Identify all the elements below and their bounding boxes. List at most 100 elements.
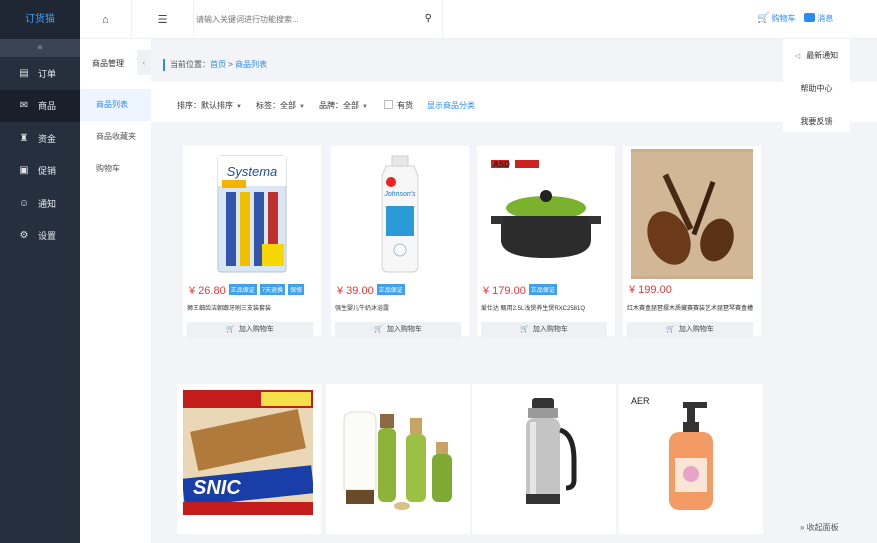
- sidebar-item-label: 通知: [38, 198, 57, 209]
- product-title[interactable]: 强生婴儿牛奶沐浴露: [335, 303, 465, 312]
- product-card[interactable]: SNIC: [177, 384, 321, 534]
- tag-label: 标签：全部: [256, 101, 296, 110]
- add-to-cart-button[interactable]: 🛒 加入购物车: [335, 322, 461, 338]
- sidebar-item-orders[interactable]: ▤ 订单: [0, 57, 80, 90]
- baby-wash-bottle-image: Johnson's: [339, 149, 461, 279]
- product-tag: 正品保证: [528, 284, 557, 295]
- collapse-panel-button[interactable]: » 收起面板: [800, 522, 839, 533]
- subnav-item-cart[interactable]: 购物车: [80, 153, 151, 185]
- sidebar-item-goods[interactable]: ✉ 商品: [0, 89, 80, 122]
- sidebar-item-funds[interactable]: ♜ 资金: [0, 122, 80, 155]
- caret-down-icon: ▼: [362, 104, 368, 110]
- brand-label: 品牌：全部: [319, 101, 359, 110]
- show-category-link[interactable]: 显示商品分类: [427, 100, 475, 111]
- tag-select[interactable]: 标签：全部 ▼: [256, 100, 305, 111]
- sidebar-item-settings[interactable]: ⚙ 设置: [0, 220, 80, 253]
- menu-icon: ☰: [157, 14, 168, 26]
- product-card[interactable]: [472, 384, 616, 534]
- product-tag: 7天退换: [259, 284, 286, 295]
- sidebar-item-label: 资金: [38, 133, 57, 144]
- chocolate-bar-image: SNIC: [183, 390, 313, 515]
- add-to-cart-label: 加入购物车: [386, 326, 422, 333]
- breadcrumb-current: 商品列表: [235, 60, 268, 69]
- add-to-cart-label: 加入购物车: [238, 326, 274, 333]
- search-box: ⚲: [194, 0, 443, 39]
- latest-notice-item[interactable]: ◁ 最新通知: [783, 39, 850, 72]
- cart-icon: 🛒: [757, 13, 770, 24]
- order-icon: ▤: [19, 67, 29, 79]
- notification-dropdown: ◁ 最新通知 帮助中心 我要反馈: [783, 39, 850, 132]
- price-value: ¥ 179.00: [483, 285, 526, 297]
- pipa-ornament-image: [631, 149, 753, 279]
- toothbrush-image: Systema: [191, 149, 313, 279]
- product-title[interactable]: 爱仕达 甄用2.5L浅煲养生煲RXC2581Q: [481, 303, 611, 312]
- product-card[interactable]: Johnson's ¥ 39.00 正品保证 强生婴儿牛奶沐浴露 🛒 加入购物车: [331, 146, 469, 338]
- feedback-item[interactable]: 我要反馈: [783, 105, 850, 138]
- product-card[interactable]: [326, 384, 470, 534]
- sidebar-item-promotions[interactable]: ▣ 促销: [0, 155, 80, 188]
- search-icon[interactable]: ⚲: [425, 13, 432, 24]
- product-tag: 保修: [288, 284, 305, 295]
- in-stock-label: 有货: [397, 101, 413, 110]
- price-value: ¥ 26.80: [189, 285, 226, 297]
- product-price: ¥ 179.00 正品保证: [483, 284, 557, 297]
- product-price: ¥ 39.00 正品保证: [337, 284, 405, 297]
- sort-select[interactable]: 排序：默认排序 ▼: [177, 100, 242, 111]
- in-stock-checkbox[interactable]: 有货: [384, 100, 413, 111]
- product-title[interactable]: 狮王细齿洁朝跟牙刷三支装套装: [187, 303, 317, 312]
- subnav-toggle-button[interactable]: ‹: [137, 50, 151, 75]
- cart-link[interactable]: 🛒 购物车: [757, 13, 796, 24]
- caret-down-icon: ▼: [299, 104, 305, 110]
- sidebar-item-label: 促销: [38, 166, 57, 177]
- product-card[interactable]: ¥ 199.00 红木赛盒琵琶摆木质藏赛赛装艺术琵琶琴赛盒槽 🛒 加入购物车: [623, 146, 761, 338]
- soap-dispenser-image: AER: [625, 390, 755, 515]
- cart-icon: 🛒: [666, 326, 675, 333]
- goods-icon: ✉: [19, 100, 29, 112]
- search-input[interactable]: [194, 0, 414, 39]
- menu-button[interactable]: ☰: [132, 0, 194, 39]
- subnav-item-favorites[interactable]: 商品收藏夹: [80, 121, 151, 153]
- brand-text: AER: [631, 396, 650, 406]
- message-link[interactable]: 消息: [804, 13, 833, 24]
- add-to-cart-button[interactable]: 🛒 加入购物车: [187, 322, 313, 338]
- breadcrumb: 当前位置：首页 > 商品列表: [163, 59, 267, 71]
- ceramic-pot-image: ASD: [485, 149, 607, 279]
- top-bar: ⌂ ☰ ⚲ 🛒 购物车 消息: [80, 0, 877, 39]
- sidebar-item-label: 订单: [38, 68, 57, 79]
- svg-text:Systema: Systema: [227, 164, 278, 179]
- app-logo[interactable]: 订货猫: [0, 0, 80, 39]
- subnav-item-product-list[interactable]: 商品列表: [80, 89, 151, 121]
- message-icon: [804, 13, 815, 22]
- add-to-cart-label: 加入购物车: [532, 326, 568, 333]
- settings-icon: ⚙: [19, 230, 29, 242]
- cart-label: 购物车: [771, 14, 796, 23]
- help-center-item[interactable]: 帮助中心: [783, 72, 850, 105]
- product-card[interactable]: AER: [619, 384, 763, 534]
- product-title[interactable]: 红木赛盒琵琶摆木质藏赛赛装艺术琵琶琴赛盒槽: [627, 303, 757, 312]
- price-value: ¥ 39.00: [337, 285, 374, 297]
- notice-icon: ☺: [18, 197, 30, 209]
- svg-text:Johnson's: Johnson's: [383, 191, 416, 198]
- sort-label: 排序：默认排序: [177, 101, 233, 110]
- sidebar-collapse-button[interactable]: ≡: [0, 39, 80, 57]
- price-value: ¥ 199.00: [629, 284, 672, 296]
- product-card[interactable]: ASD ¥ 179.00 正品保证 爱仕达 甄用2.5L浅煲养生煲RXC2581Q…: [477, 146, 615, 338]
- product-card[interactable]: Systema ¥ 26.80 正品保证 7天退换 保修 狮王细齿洁朝跟牙刷三支装套装…: [183, 146, 321, 338]
- add-to-cart-label: 加入购物车: [678, 326, 714, 333]
- message-label: 消息: [817, 14, 834, 23]
- cart-icon: 🛒: [374, 326, 383, 333]
- caret-down-icon: ▼: [236, 104, 242, 110]
- breadcrumb-home-link[interactable]: 首页: [210, 60, 226, 69]
- cosmetics-set-image: [332, 390, 462, 515]
- brand-select[interactable]: 品牌：全部 ▼: [319, 100, 368, 111]
- main-content: 当前位置：首页 > 商品列表 排序：默认排序 ▼ 标签：全部 ▼ 品牌：全部 ▼ 有货…: [151, 39, 877, 543]
- home-button[interactable]: ⌂: [80, 0, 132, 39]
- breadcrumb-separator: >: [228, 60, 233, 69]
- add-to-cart-button[interactable]: 🛒 加入购物车: [627, 322, 753, 338]
- speaker-icon: ◁: [794, 53, 801, 60]
- thermos-image: [478, 390, 608, 515]
- sidebar-item-notices[interactable]: ☺ 通知: [0, 187, 80, 220]
- add-to-cart-button[interactable]: 🛒 加入购物车: [481, 322, 607, 338]
- cart-icon: 🛒: [226, 326, 235, 333]
- brand-text: SNIC: [193, 477, 241, 499]
